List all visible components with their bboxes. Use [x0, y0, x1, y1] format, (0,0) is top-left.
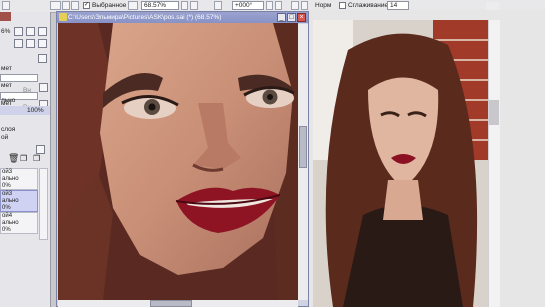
- smoothing-label: Сглаживание: [348, 2, 389, 9]
- nav-rotate-button-2[interactable]: [26, 39, 35, 48]
- nav-zoom-button-1[interactable]: [14, 27, 23, 36]
- nav-rotate-button-3[interactable]: [38, 39, 47, 48]
- window-title: C:\Users\Эльмира\Pictures\ASK\pos.sai (*…: [68, 14, 222, 21]
- selection-checkbox[interactable]: ✓: [83, 2, 90, 9]
- maximize-button[interactable]: □: [287, 13, 296, 22]
- zoom-in-button[interactable]: [181, 1, 188, 10]
- layer-item[interactable]: ой3 ально 0%: [0, 168, 38, 190]
- zoom-field[interactable]: 68.57%: [141, 1, 179, 10]
- rotate-right-button[interactable]: [266, 1, 273, 10]
- smoothing-checkbox[interactable]: [339, 2, 346, 9]
- smoothing-field[interactable]: 14: [387, 1, 409, 10]
- horizontal-scroll-thumb[interactable]: [150, 300, 192, 307]
- thumbnail-image: [0, 12, 11, 21]
- rotation-field[interactable]: +000°: [232, 1, 264, 10]
- layer-panel-button[interactable]: [36, 145, 45, 154]
- field-value-1: Вн: [23, 87, 31, 94]
- selection-tool-icon[interactable]: [50, 1, 61, 10]
- layer-item[interactable]: ой4 ально 0%: [0, 212, 38, 234]
- tool-icon-2[interactable]: [62, 1, 70, 10]
- close-button[interactable]: ×: [297, 13, 306, 22]
- trash-icon[interactable]: 🗑: [8, 154, 19, 163]
- nav-zoom-button-3[interactable]: [38, 27, 47, 36]
- merge-layer-icon[interactable]: ❐: [33, 154, 40, 163]
- neck: [383, 180, 423, 220]
- layer-item-selected[interactable]: ой3 ально 0%: [0, 190, 38, 212]
- top-right-control[interactable]: [486, 2, 499, 10]
- tool-icon-1[interactable]: [2, 1, 10, 10]
- nav-zoom-button-2[interactable]: [26, 27, 35, 36]
- nav-rotate-button-1[interactable]: [14, 39, 23, 48]
- zoom-reset-button[interactable]: [190, 1, 198, 10]
- copy-layer-icon[interactable]: ❐: [20, 154, 27, 163]
- panel-button[interactable]: [38, 54, 47, 63]
- flip-button[interactable]: [291, 1, 299, 10]
- layers-scrollbar[interactable]: [39, 168, 48, 240]
- reference-scroll-thumb[interactable]: [489, 100, 499, 125]
- field-label-1: мет: [1, 65, 12, 72]
- layers-label-2: ой: [1, 134, 9, 141]
- field-button-2[interactable]: [39, 83, 48, 92]
- vertical-scroll-thumb[interactable]: [299, 126, 307, 168]
- tool-icon-3[interactable]: [71, 1, 79, 10]
- right-margin: [500, 10, 545, 307]
- navigator-zoom: 6%: [1, 28, 11, 35]
- minimize-button[interactable]: _: [277, 13, 286, 22]
- zoom-out-button[interactable]: [128, 1, 138, 10]
- field-input-1[interactable]: [0, 74, 38, 82]
- flip-vertical-button[interactable]: [301, 1, 308, 10]
- rotate-left-button[interactable]: [214, 1, 222, 10]
- rotate-reset-button[interactable]: [275, 1, 282, 10]
- field-label-2: мет: [1, 82, 12, 89]
- painting-canvas[interactable]: [58, 23, 298, 300]
- reference-photo[interactable]: [313, 20, 488, 307]
- layers-label: слоя: [1, 126, 16, 133]
- blend-mode-fragment: льно: [1, 97, 16, 104]
- selection-label: Выбранное: [92, 2, 127, 9]
- opacity-value: 100%: [27, 107, 44, 114]
- file-icon: [59, 13, 67, 21]
- left-panel: 6% мет мет мет Вн Вн льно 100% слоя ой 🗑…: [0, 12, 51, 307]
- blend-mode-select[interactable]: Норм: [315, 1, 331, 10]
